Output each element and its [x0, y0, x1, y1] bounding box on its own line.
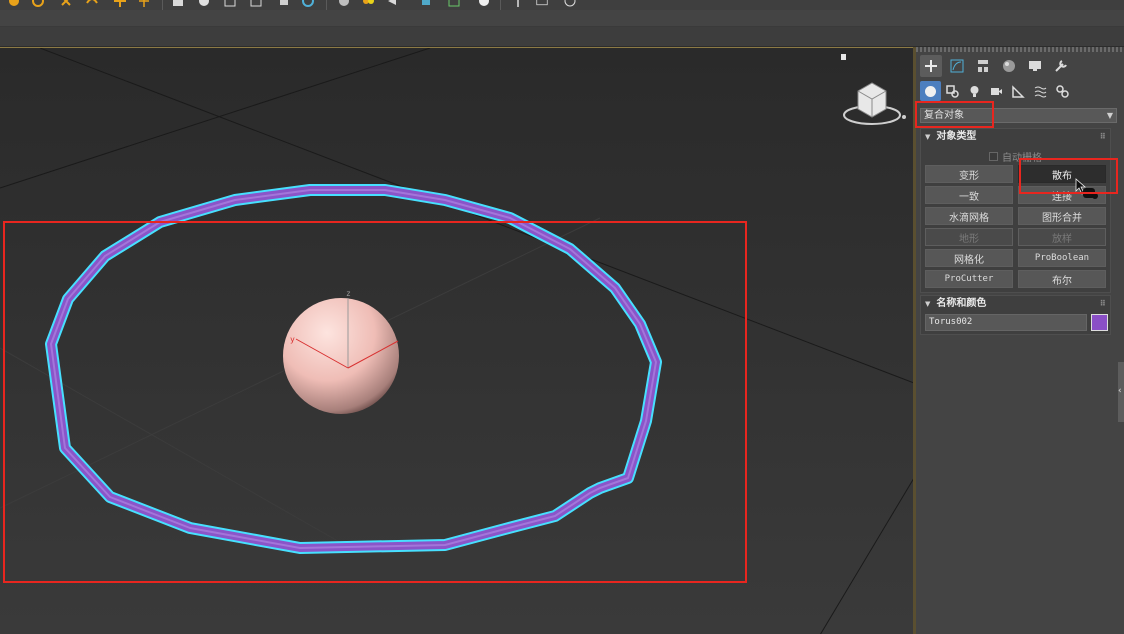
viewport-label-strip — [0, 27, 1124, 47]
help-icon[interactable] — [564, 0, 576, 7]
proboolean-button[interactable]: ProBoolean — [1018, 249, 1106, 267]
mirror-icon[interactable] — [114, 0, 126, 7]
material-editor-icon[interactable] — [278, 0, 290, 7]
name-and-color-rollout: ▼ 名称和颜色 ⠿ Torus002 — [920, 295, 1111, 335]
object-color-swatch[interactable] — [1091, 314, 1108, 331]
lights-icon — [970, 85, 979, 97]
scene-explorer-icon[interactable] — [448, 0, 460, 7]
object-category-dropdown[interactable]: 复合对象 ▼ — [920, 108, 1117, 123]
utilities-tab[interactable] — [1050, 55, 1072, 77]
modify-icon — [950, 59, 964, 73]
name-and-color-rollout-header[interactable]: ▼ 名称和颜色 ⠿ — [921, 296, 1110, 312]
geometry-tab[interactable] — [920, 81, 941, 101]
viewcube[interactable] — [838, 75, 910, 129]
rollout-grip-icon: ⠿ — [1099, 132, 1106, 141]
rollout-collapse-icon: ▼ — [925, 300, 931, 308]
hierarchy-tab[interactable] — [972, 55, 994, 77]
curve-editor-icon[interactable] — [224, 0, 236, 7]
mesher-button[interactable]: 网格化 — [925, 249, 1013, 267]
systems-tab[interactable] — [1052, 81, 1073, 101]
systems-icon — [1056, 84, 1069, 98]
sphere-object — [283, 298, 399, 414]
create-category-tabs — [920, 81, 1073, 101]
render-setup-icon[interactable] — [302, 0, 314, 7]
autodesk-a360-icon[interactable] — [386, 0, 398, 7]
snap-icon[interactable] — [8, 0, 20, 7]
layer-icon[interactable] — [172, 0, 184, 7]
autogrid-checkbox-row[interactable]: 自动栅格 — [989, 149, 1042, 164]
helpers-tab[interactable] — [1008, 81, 1029, 101]
name-and-color-title: 名称和颜色 — [936, 298, 987, 309]
transform-toolbox-icon[interactable] — [420, 0, 432, 7]
chevron-down-icon: ▼ — [1106, 111, 1113, 120]
terrain-button[interactable]: 地形 — [925, 228, 1013, 246]
procutter-button[interactable]: ProCutter — [925, 270, 1013, 288]
conform-button[interactable]: 一致 — [925, 186, 1013, 204]
space-warps-tab[interactable] — [1030, 81, 1051, 101]
align-icon[interactable] — [138, 0, 150, 7]
pin-icon[interactable] — [512, 0, 524, 7]
panel-collapse-handle[interactable]: ‹ — [1118, 362, 1124, 422]
boolean-button[interactable]: 布尔 — [1018, 270, 1106, 288]
render-icon[interactable] — [362, 0, 374, 7]
ribbon-strip — [0, 10, 1124, 27]
window-icon[interactable] — [536, 0, 548, 7]
shapes-icon — [946, 84, 959, 98]
create-tab[interactable] — [920, 55, 942, 77]
motion-icon — [1003, 60, 1015, 72]
shapes-tab[interactable] — [942, 81, 963, 101]
lights-tab[interactable] — [964, 81, 985, 101]
loft-button[interactable]: 放样 — [1018, 228, 1106, 246]
object-type-rollout-header[interactable]: ▼ 对象类型 ⠿ — [921, 129, 1110, 145]
schematic-icon[interactable] — [250, 0, 262, 7]
morph-button[interactable]: 变形 — [925, 165, 1013, 183]
utilities-icon — [1055, 60, 1067, 72]
render-frame-icon[interactable] — [338, 0, 350, 7]
rollout-grip-icon: ⠿ — [1099, 299, 1106, 308]
motion-tab[interactable] — [998, 55, 1020, 77]
toggle-icon[interactable] — [478, 0, 490, 7]
helpers-icon — [1012, 84, 1025, 98]
autogrid-checkbox[interactable] — [989, 152, 998, 161]
name-row: Torus002 — [925, 314, 1108, 331]
autogrid-label: 自动栅格 — [1002, 153, 1042, 164]
blobmesh-button[interactable]: 水滴网格 — [925, 207, 1013, 225]
angle-snap-icon[interactable] — [32, 0, 44, 7]
gizmo-z-label: z — [346, 289, 351, 298]
panel-grip[interactable] — [916, 47, 1124, 52]
cameras-icon — [991, 87, 1002, 95]
graphite-icon[interactable] — [198, 0, 210, 7]
object-name-field[interactable]: Torus002 — [925, 314, 1087, 331]
gizmo-y-label: y — [290, 335, 295, 344]
viewport-scene: z y — [0, 48, 914, 634]
perspective-viewport[interactable]: z y — [0, 47, 914, 634]
mouse-cursor-icon — [1075, 178, 1098, 199]
light-icon — [841, 54, 846, 60]
main-toolbar — [0, 0, 1124, 10]
space-warps-icon — [1034, 86, 1047, 97]
geometry-icon — [925, 85, 936, 97]
display-tab[interactable] — [1024, 55, 1046, 77]
create-icon — [925, 60, 937, 72]
shapemerge-button[interactable]: 图形合并 — [1018, 207, 1106, 225]
spinner-snap-icon[interactable] — [86, 0, 98, 7]
percent-snap-icon[interactable] — [60, 0, 72, 7]
command-panel-tabs — [920, 55, 1120, 77]
hierarchy-icon — [978, 60, 988, 72]
chevron-left-icon: ‹ — [1118, 386, 1122, 396]
modify-tab[interactable] — [946, 55, 968, 77]
display-icon — [1029, 61, 1041, 71]
cameras-tab[interactable] — [986, 81, 1007, 101]
command-panel: 复合对象 ▼ ▼ 对象类型 ⠿ 自动栅格 变形 散布 一致 连接 水滴网格 图形合… — [916, 47, 1124, 634]
rollout-collapse-icon: ▼ — [925, 133, 931, 141]
object-type-title: 对象类型 — [936, 131, 977, 142]
object-type-rollout: ▼ 对象类型 ⠿ 自动栅格 变形 散布 一致 连接 水滴网格 图形合并 地形 放样… — [920, 128, 1111, 293]
object-category-value: 复合对象 — [924, 110, 964, 121]
